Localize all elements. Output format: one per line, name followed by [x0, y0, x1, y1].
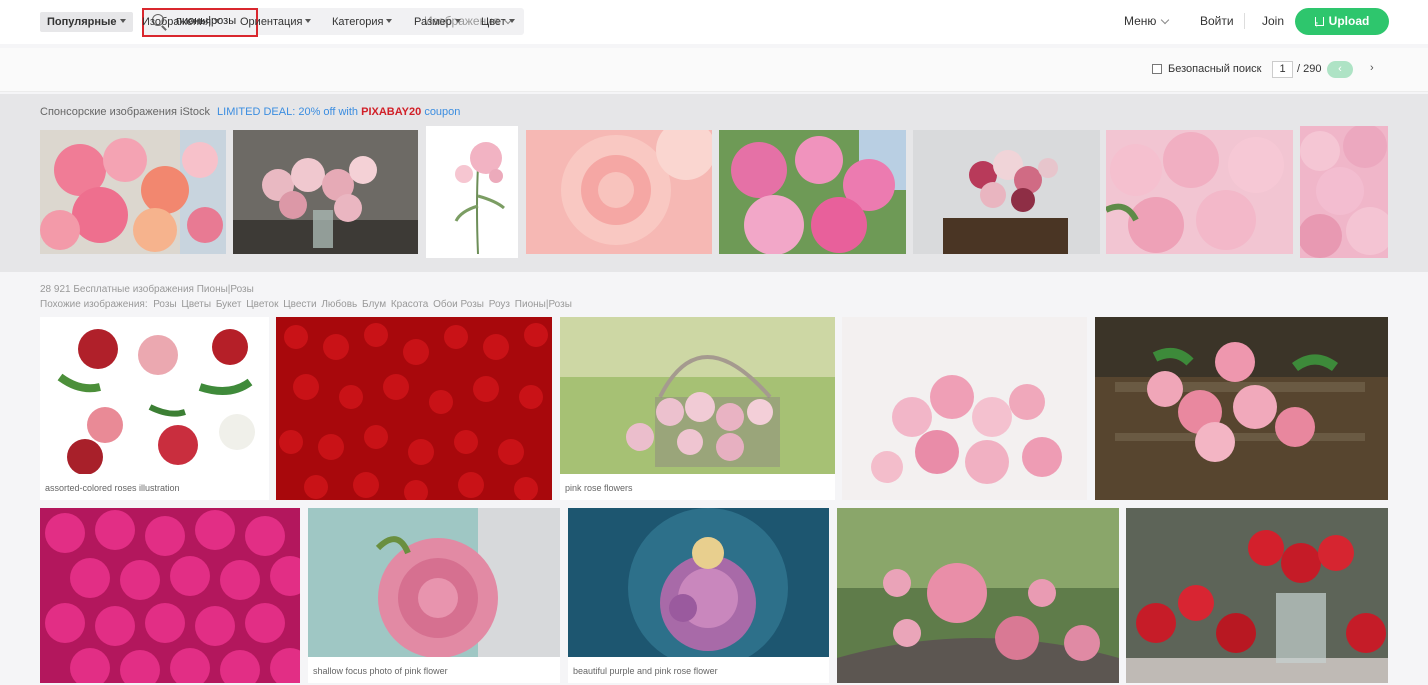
caret-down-icon [454, 19, 461, 23]
pink-peonies-vertical-image [1300, 126, 1388, 258]
next-page-button[interactable]: › [1370, 62, 1374, 74]
deal-suffix: coupon [424, 106, 461, 118]
magenta-roses-image [40, 508, 300, 683]
related-tag[interactable]: Любовь [321, 299, 357, 310]
related-tag[interactable]: Красота [391, 299, 428, 310]
menu-label: Меню [1124, 14, 1157, 28]
image-tile[interactable]: assorted-colored roses illustration [40, 317, 269, 500]
filter-label: Изображения [142, 16, 212, 28]
prev-page-button[interactable]: ‹ [1327, 61, 1353, 78]
caret-down-icon [119, 19, 126, 23]
caret-down-icon [214, 19, 221, 23]
caret-down-icon [305, 19, 312, 23]
related-tag[interactable]: Розы [153, 299, 176, 310]
single-peony-stem-image [426, 126, 518, 258]
bouquet-on-chest-image [913, 130, 1100, 254]
related-tag[interactable]: Цветок [246, 299, 278, 310]
pink-roses-basket-image [560, 317, 835, 500]
filter-label: Ориентация [240, 16, 303, 28]
sponsored-image[interactable] [1106, 130, 1293, 254]
related-tag[interactable]: Обои Розы [433, 299, 484, 310]
safe-search-checkbox[interactable] [1152, 64, 1162, 74]
menu-button[interactable]: Меню [1124, 14, 1170, 28]
related-tag[interactable]: Цвести [283, 299, 316, 310]
pink-peony-bunch-image [1106, 130, 1293, 254]
login-link[interactable]: Войти [1200, 14, 1234, 28]
image-tile[interactable] [837, 508, 1119, 683]
filter-popular[interactable]: Популярные [40, 12, 133, 32]
pink-roses-on-wood-image [1095, 317, 1388, 500]
image-caption: beautiful purple and pink rose flower [568, 657, 829, 683]
upload-button[interactable]: Upload [1295, 8, 1389, 38]
image-caption: assorted-colored roses illustration [40, 474, 269, 500]
filter-label: Размер [414, 16, 452, 28]
page-total: / 290 [1297, 63, 1322, 75]
sponsored-image[interactable] [40, 130, 226, 254]
sponsored-image[interactable] [426, 126, 518, 258]
filter-label: Категория [332, 16, 384, 28]
upload-icon [1314, 11, 1324, 38]
upload-label: Upload [1328, 14, 1370, 28]
join-link[interactable]: Join [1262, 14, 1284, 28]
pink-peony-closeup-image [526, 130, 712, 254]
image-tile[interactable]: pink rose flowers [560, 317, 835, 500]
filter-orientation[interactable]: Ориентация [240, 16, 312, 28]
pink-roses-bunch-image [842, 317, 1087, 500]
image-tile[interactable] [40, 508, 300, 683]
pink-peonies-image [719, 130, 906, 254]
results-count: 28 921 Бесплатные изображения Пионы|Розы [40, 284, 254, 295]
related-tag[interactable]: Пионы|Розы [515, 299, 572, 310]
sponsored-image[interactable] [1300, 126, 1388, 258]
sponsored-image[interactable] [719, 130, 906, 254]
results-meta: 28 921 Бесплатные изображения Пионы|Розы… [40, 282, 574, 312]
caret-down-icon [386, 19, 393, 23]
deal-code: PIXABAY20 [361, 106, 422, 118]
related-tags: Похожие изображения: Розы Цветы Букет Цв… [40, 297, 574, 312]
peonies-in-vase-image [233, 130, 418, 254]
image-tile[interactable] [842, 317, 1087, 500]
filter-size[interactable]: Размер [414, 16, 461, 28]
sponsored-label: Спонсорские изображения iStock [40, 106, 210, 118]
red-roses-field-image [276, 317, 552, 500]
image-caption: shallow focus photo of pink flower [308, 657, 560, 683]
peony-bouquet-image [40, 130, 226, 254]
red-roses-glass-image [1126, 508, 1388, 683]
safe-search-label[interactable]: Безопасный поиск [1168, 63, 1261, 75]
image-tile[interactable] [276, 317, 552, 500]
related-tag[interactable]: Букет [216, 299, 242, 310]
sponsored-image[interactable] [526, 130, 712, 254]
pink-roses-on-log-image [837, 508, 1119, 683]
related-tag[interactable]: Роуз [489, 299, 510, 310]
related-tag[interactable]: Цветы [181, 299, 211, 310]
filter-images[interactable]: Изображения [142, 16, 221, 28]
image-tile[interactable]: beautiful purple and pink rose flower [568, 508, 829, 683]
related-tag[interactable]: Блум [362, 299, 386, 310]
sponsored-image[interactable] [233, 130, 418, 254]
sponsored-image[interactable] [913, 130, 1100, 254]
roses-illustration-image [40, 317, 269, 500]
image-tile[interactable] [1095, 317, 1388, 500]
filter-color[interactable]: Цвет [481, 16, 515, 28]
image-tile[interactable] [1126, 508, 1388, 683]
related-label: Похожие изображения: [40, 299, 148, 310]
filter-label: Цвет [481, 16, 506, 28]
deal-prefix: LIMITED DEAL: 20% off with [217, 106, 359, 118]
chevron-down-icon [1161, 15, 1170, 25]
filter-category[interactable]: Категория [332, 16, 393, 28]
sponsored-line: Спонсорские изображения iStock LIMITED D… [40, 106, 460, 118]
caret-down-icon [508, 19, 515, 23]
nav-divider [1244, 13, 1245, 29]
image-caption: pink rose flowers [560, 474, 835, 500]
deal-link[interactable]: LIMITED DEAL: 20% off with PIXABAY20 cou… [217, 106, 460, 118]
filter-label: Популярные [47, 16, 117, 28]
image-tile[interactable]: shallow focus photo of pink flower [308, 508, 560, 683]
page-number-input[interactable]: 1 [1272, 61, 1293, 78]
